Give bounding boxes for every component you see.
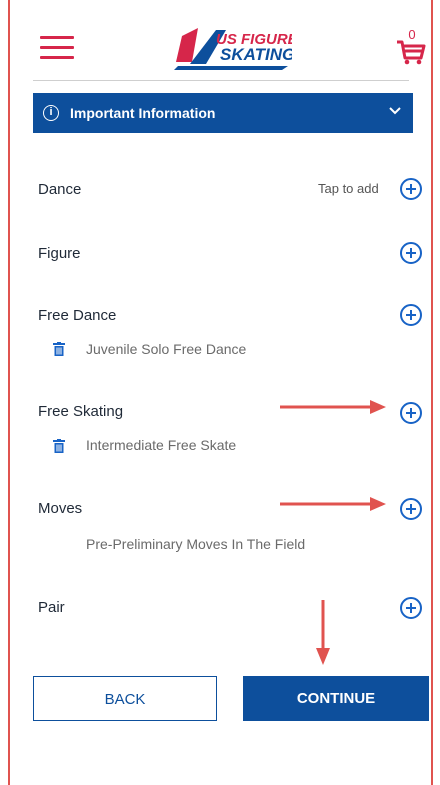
add-free-dance-plus-icon[interactable] — [400, 304, 422, 326]
selected-item-pre-preliminary-moves: Pre-Preliminary Moves In The Field — [86, 536, 306, 552]
event-label-figure: Figure — [38, 245, 81, 262]
event-label-free-skating: Free Skating — [38, 403, 124, 420]
selected-item-intermediate-free-skate: Intermediate Free Skate — [86, 437, 237, 453]
event-label-pair: Pair — [38, 599, 65, 616]
add-free-skating-plus-icon[interactable] — [400, 402, 422, 424]
annotation-arrow-continue — [316, 600, 330, 665]
event-label-dance: Dance — [38, 181, 82, 198]
us-figure-skating-logo[interactable]: US FIGURE SKATING — [172, 22, 299, 70]
add-figure-plus-icon[interactable] — [400, 242, 422, 264]
info-bar-label: Important Information — [70, 105, 216, 121]
trash-icon[interactable] — [53, 342, 65, 356]
back-button[interactable]: BACK — [33, 676, 217, 721]
logo-text-line2: SKATING — [220, 45, 292, 64]
annotation-frame-left — [8, 0, 10, 785]
selected-item-juvenile-solo-free-dance: Juvenile Solo Free Dance — [86, 341, 247, 357]
annotation-arrow-free-skating — [280, 400, 386, 414]
hamburger-menu-icon[interactable] — [40, 36, 74, 60]
chevron-down-icon — [389, 107, 401, 115]
add-pair-plus-icon[interactable] — [400, 597, 422, 619]
tap-to-add-hint[interactable]: Tap to add — [318, 181, 379, 196]
cart-icon[interactable]: 0 — [396, 27, 426, 66]
continue-button[interactable]: CONTINUE — [243, 676, 429, 721]
event-label-moves: Moves — [38, 500, 83, 517]
event-label-free-dance: Free Dance — [38, 307, 117, 324]
important-information-bar[interactable]: i Important Information — [33, 93, 413, 133]
trash-icon[interactable] — [53, 439, 65, 453]
header-divider — [33, 80, 409, 81]
add-dance-plus-icon[interactable] — [400, 178, 422, 200]
info-icon: i — [43, 105, 59, 121]
header: US FIGURE SKATING 0 — [10, 0, 431, 80]
annotation-frame-right — [431, 0, 433, 785]
add-moves-plus-icon[interactable] — [400, 498, 422, 520]
annotation-arrow-moves — [280, 497, 386, 511]
